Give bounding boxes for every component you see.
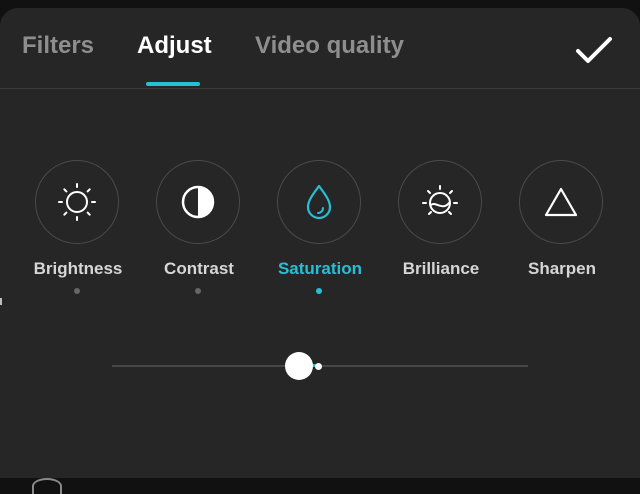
tool-label: Brightness <box>33 259 123 278</box>
adjust-panel: Filters Adjust Video quality Brightness … <box>0 8 640 494</box>
tab-filters[interactable]: Filters <box>22 32 94 60</box>
tool-brilliance[interactable]: Brilliance <box>381 160 501 310</box>
drop-icon <box>306 184 332 220</box>
tool-button-sharpen[interactable] <box>519 160 603 244</box>
tool-button-contrast[interactable] <box>156 160 240 244</box>
scroll-edge-mark <box>0 298 2 305</box>
tool-indicator-dot <box>74 288 80 294</box>
tab-bar: Filters Adjust Video quality <box>0 8 640 89</box>
tool-indicator-dot <box>195 288 201 294</box>
active-tab-indicator <box>146 82 200 86</box>
tool-button-brightness[interactable] <box>35 160 119 244</box>
tool-contrast[interactable]: Contrast <box>139 160 259 310</box>
tool-label: Saturation <box>277 259 363 278</box>
tab-video-quality[interactable]: Video quality <box>255 32 404 60</box>
tab-adjust[interactable]: Adjust <box>137 32 212 60</box>
tool-label: Sharpen <box>527 259 597 278</box>
tool-saturation[interactable]: Saturation <box>260 160 380 310</box>
tool-label: Contrast <box>164 259 234 278</box>
tool-button-saturation[interactable] <box>277 160 361 244</box>
tool-brightness[interactable]: Brightness <box>18 160 138 310</box>
slider-center-mark <box>315 363 322 370</box>
brilliance-icon <box>422 185 458 215</box>
slider-thumb[interactable] <box>285 352 314 380</box>
checkmark-icon <box>576 37 612 63</box>
tool-label: Brilliance <box>402 259 480 278</box>
confirm-button[interactable] <box>572 28 616 72</box>
partial-icon <box>32 478 62 494</box>
contrast-icon <box>181 185 215 219</box>
triangle-icon <box>544 187 578 217</box>
tool-sharpen[interactable]: Sharpen <box>502 160 622 310</box>
tool-indicator-dot <box>316 288 322 294</box>
saturation-slider[interactable] <box>112 346 528 386</box>
tool-button-brilliance[interactable] <box>398 160 482 244</box>
sun-icon <box>58 183 96 221</box>
